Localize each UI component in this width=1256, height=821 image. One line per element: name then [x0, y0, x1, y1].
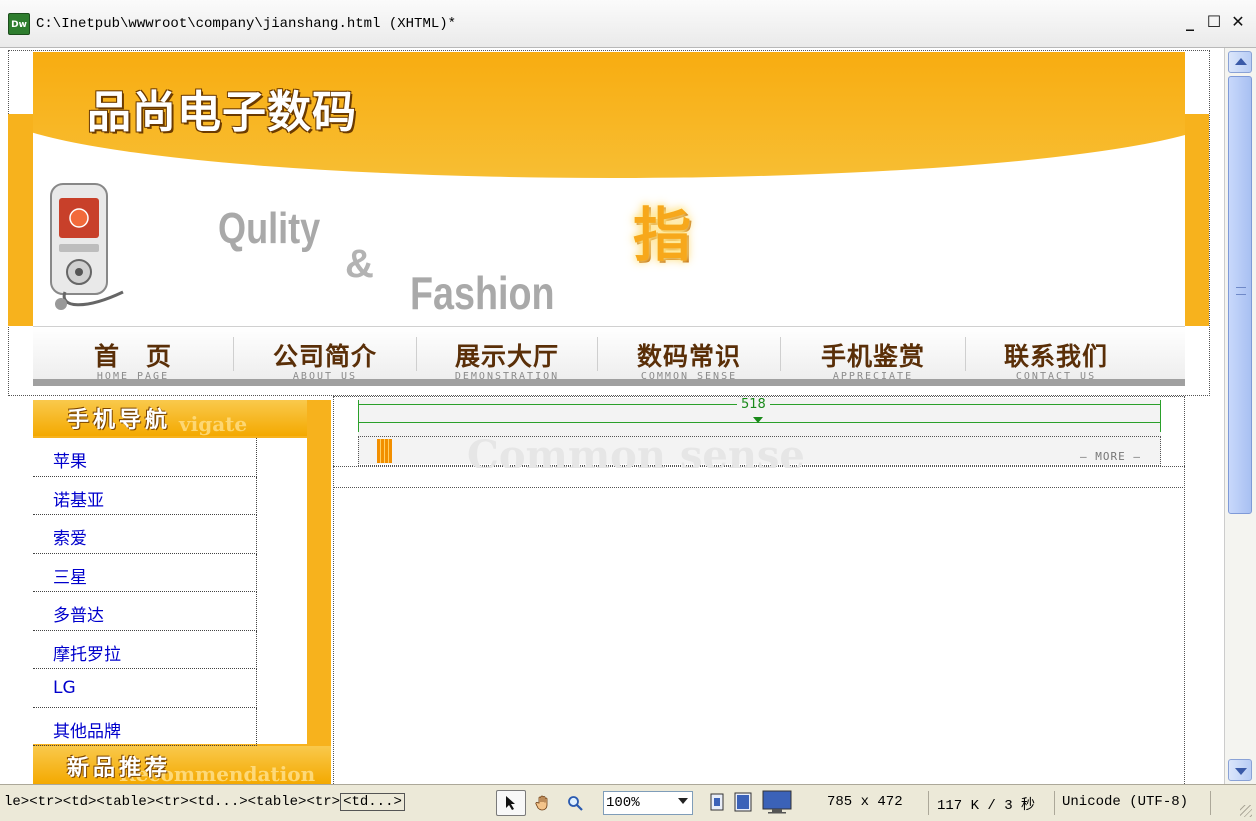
brand-link-sony-ericsson[interactable]: 索爱	[53, 524, 87, 549]
banner-word-quility: Qulity	[218, 204, 321, 253]
brand-link-motorola[interactable]: 摩托罗拉	[53, 640, 121, 665]
tag-path-text[interactable]: le><tr><td><table><tr><td...><table><tr>	[4, 794, 340, 810]
banner-side-left	[8, 114, 33, 326]
brand-link-nokia[interactable]: 诺基亚	[53, 486, 104, 511]
nav-item-about[interactable]: 公司简介 ABOUT US	[234, 327, 416, 382]
dreamweaver-icon: Dw	[8, 13, 30, 35]
encoding-label: Unicode (UTF-8)	[1062, 794, 1189, 810]
list-item: 多普达	[33, 592, 257, 631]
list-item: 三星	[33, 553, 257, 592]
title-bar: Dw C:\Inetpub\wwwroot\company\jianshang.…	[0, 0, 1256, 48]
brand-link-dopod[interactable]: 多普达	[53, 601, 104, 626]
zoom-tool[interactable]	[560, 790, 590, 816]
tag-selector[interactable]: le><tr><td><table><tr><td...><table><tr>…	[4, 793, 405, 811]
banner[interactable]: 品尚电子数码 Qulity & Fashion 指	[33, 52, 1185, 326]
list-item: LG	[33, 669, 257, 708]
hand-tool[interactable]	[528, 790, 558, 816]
magnifier-icon	[568, 796, 583, 811]
nav-item-contact[interactable]: 联系我们 CONTACT US	[966, 327, 1146, 382]
banner-glyph: 指	[633, 201, 692, 269]
status-bar: le><tr><td><table><tr><td...><table><tr>…	[0, 784, 1256, 821]
vertical-scrollbar[interactable]	[1224, 48, 1256, 784]
minimize-button[interactable]: _	[1182, 12, 1198, 31]
nav-item-home[interactable]: 首 页 HOME PAGE	[33, 327, 233, 382]
grip-icon	[1236, 287, 1246, 295]
medium-window-icon[interactable]	[734, 792, 752, 812]
table-width-label[interactable]: 518	[737, 397, 770, 412]
tool-group	[496, 790, 590, 816]
banner-word-fashion: Fashion	[410, 267, 555, 319]
design-view[interactable]: 品尚电子数码 Qulity & Fashion 指 首 页 HOME PAGE …	[0, 48, 1224, 784]
more-link[interactable]: — MORE —	[1080, 450, 1141, 463]
chevron-up-icon	[1235, 58, 1247, 65]
maximize-button[interactable]: ☐	[1206, 12, 1222, 31]
list-item: 索爱	[33, 515, 257, 554]
banner-word-amp: &	[345, 242, 374, 286]
scroll-thumb[interactable]	[1228, 76, 1252, 514]
brand-link-samsung[interactable]: 三星	[53, 563, 87, 588]
list-item: 诺基亚	[33, 476, 257, 515]
brand-link-apple[interactable]: 苹果	[53, 447, 87, 472]
window-dimensions[interactable]: 785 x 472	[827, 794, 903, 810]
phone-image	[50, 183, 124, 310]
content-divider	[333, 466, 1185, 488]
small-window-icon[interactable]	[710, 793, 724, 811]
recommendation-heading: Recommendation 新品推荐	[33, 746, 331, 784]
section-ghost-title: Common sense	[467, 432, 805, 468]
hand-icon	[535, 795, 548, 811]
window-controls: _ ☐ ✕	[1182, 12, 1246, 31]
monitor-icon[interactable]	[762, 790, 792, 814]
resize-grip-icon[interactable]	[1240, 805, 1252, 817]
select-tool[interactable]	[496, 790, 526, 816]
window-title: C:\Inetpub\wwwroot\company\jianshang.htm…	[36, 16, 457, 32]
list-item: 其他品牌	[33, 707, 257, 746]
window-size-icons	[710, 790, 792, 814]
table-width-guide[interactable]: 518	[358, 397, 1161, 432]
brand-link-lg[interactable]: LG	[53, 678, 76, 698]
zoom-level-select[interactable]: 100%	[603, 791, 693, 815]
sidebar-heading: vigate 手机导航	[33, 400, 307, 436]
nav-item-appreciate[interactable]: 手机鉴赏 APPRECIATE	[781, 327, 965, 382]
page-size-download-time: 117 K / 3 秒	[937, 798, 1036, 814]
scroll-down-button[interactable]	[1228, 759, 1252, 781]
list-item: 摩托罗拉	[33, 630, 257, 669]
column-menu-arrow-icon[interactable]	[753, 417, 763, 423]
banner-side-right	[1185, 114, 1209, 326]
zoom-level-value: 100%	[606, 795, 640, 811]
brand-logo-text: 品尚电子数码	[87, 87, 357, 138]
section-marker	[377, 439, 392, 463]
close-button[interactable]: ✕	[1230, 12, 1246, 31]
list-item: 苹果	[33, 438, 257, 477]
chevron-down-icon	[678, 798, 688, 804]
tag-path-selected[interactable]: <td...>	[340, 793, 405, 811]
brand-link-others[interactable]: 其他品牌	[53, 717, 121, 742]
nav-item-common-sense[interactable]: 数码常识 COMMON SENSE	[598, 327, 780, 382]
scroll-up-button[interactable]	[1228, 51, 1252, 73]
pointer-icon	[506, 796, 515, 810]
nav-item-demonstration[interactable]: 展示大厅 DEMONSTRATION	[417, 327, 597, 382]
chevron-down-icon	[1235, 768, 1247, 775]
sidebar: vigate 手机导航 苹果 诺基亚 索爱 三星 多普达 摩托罗拉 LG 其他品…	[33, 400, 331, 784]
main-nav: 首 页 HOME PAGE 公司简介 ABOUT US 展示大厅 DEMONST…	[33, 326, 1185, 386]
brand-list: 苹果 诺基亚 索爱 三星 多普达 摩托罗拉 LG 其他品牌	[33, 438, 307, 746]
